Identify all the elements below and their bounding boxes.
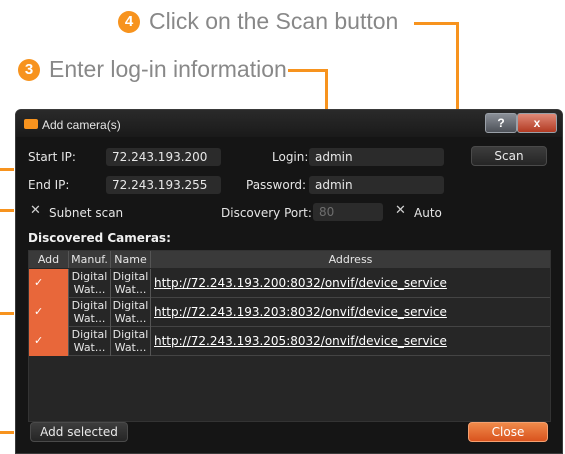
step-badge-3: 3 [18, 58, 40, 81]
name-cell: Digital Wat... [111, 327, 151, 356]
table-header: Add Manuf. Name Address [29, 251, 550, 268]
column-header-manuf[interactable]: Manuf. [69, 251, 111, 268]
address-link[interactable]: http://72.243.193.200:8032/onvif/device_… [151, 269, 550, 298]
annotation-login: 3 Enter log-in information [18, 56, 287, 83]
start-ip-label: Start IP: [28, 150, 76, 164]
table-row[interactable]: ✓ Digital Wat... Digital Wat... http://7… [29, 269, 550, 298]
add-checkbox[interactable]: ✓ [29, 327, 69, 356]
check-icon: ✓ [34, 334, 44, 347]
manuf-cell: Digital Wat... [69, 269, 111, 298]
column-header-add[interactable]: Add [29, 251, 69, 268]
help-button[interactable]: ? [485, 113, 517, 133]
subnet-scan-checkbox[interactable]: ✕ [30, 202, 41, 218]
table-row[interactable]: ✓ Digital Wat... Digital Wat... http://7… [29, 298, 550, 327]
title-bar: Add camera(s) ? x [16, 110, 562, 137]
auto-checkbox[interactable]: ✕ [395, 202, 406, 218]
end-ip-field[interactable]: 72.243.193.255 [106, 176, 221, 194]
password-label: Password: [246, 178, 307, 192]
callout-stub-2 [0, 209, 14, 212]
close-button[interactable]: Close [468, 422, 548, 442]
add-camera-dialog: Add camera(s) ? x Start IP: 72.243.193.2… [15, 109, 563, 454]
annotation-text-3: Enter log-in information [49, 56, 287, 82]
callout-line-4-h [414, 22, 459, 25]
add-selected-button[interactable]: Add selected [30, 422, 128, 442]
window-close-button[interactable]: x [517, 113, 557, 133]
password-field[interactable]: admin [309, 176, 444, 194]
column-header-name[interactable]: Name [111, 251, 151, 268]
table-row[interactable]: ✓ Digital Wat... Digital Wat... http://7… [29, 327, 550, 356]
name-cell: Digital Wat... [111, 269, 151, 298]
column-header-address[interactable]: Address [151, 251, 550, 268]
address-link[interactable]: http://72.243.193.203:8032/onvif/device_… [151, 298, 550, 327]
manuf-cell: Digital Wat... [69, 298, 111, 327]
address-link[interactable]: http://72.243.193.205:8032/onvif/device_… [151, 327, 550, 356]
step-badge-4: 4 [118, 10, 140, 33]
subnet-scan-label: Subnet scan [49, 206, 124, 220]
check-icon: ✓ [34, 276, 44, 289]
scan-button[interactable]: Scan [471, 146, 547, 166]
auto-label: Auto [414, 206, 442, 220]
add-checkbox[interactable]: ✓ [29, 269, 69, 298]
login-label: Login: [272, 150, 309, 164]
callout-stub-4 [0, 431, 14, 434]
callout-stub-1 [0, 168, 14, 171]
discovered-cameras-heading: Discovered Cameras: [28, 231, 171, 245]
callout-line-3-h [288, 69, 328, 72]
discovered-cameras-table: Add Manuf. Name Address ✓ Digital Wat...… [28, 250, 551, 422]
add-checkbox[interactable]: ✓ [29, 298, 69, 327]
annotation-scan: 4 Click on the Scan button [118, 8, 398, 35]
start-ip-field[interactable]: 72.243.193.200 [106, 148, 221, 166]
end-ip-label: End IP: [28, 178, 70, 192]
callout-stub-3 [0, 312, 14, 315]
window-title: Add camera(s) [42, 118, 121, 132]
manuf-cell: Digital Wat... [69, 327, 111, 356]
login-field[interactable]: admin [309, 148, 444, 166]
discovery-port-field[interactable]: 80 [313, 203, 383, 221]
check-icon: ✓ [34, 305, 44, 318]
discovery-port-label: Discovery Port: [221, 206, 312, 220]
annotation-text-4: Click on the Scan button [149, 8, 399, 34]
app-icon [24, 119, 38, 129]
name-cell: Digital Wat... [111, 298, 151, 327]
